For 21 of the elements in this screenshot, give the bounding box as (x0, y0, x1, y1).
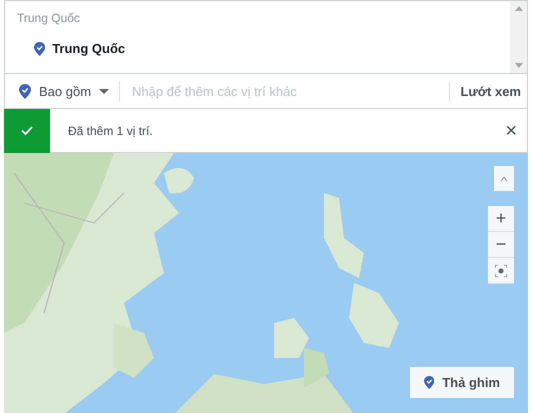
location-pin-icon (424, 376, 434, 389)
location-pin-icon (34, 42, 46, 56)
close-button[interactable]: × (495, 120, 527, 140)
scrollbar[interactable] (510, 1, 527, 73)
list-header: Trung Quốc (17, 11, 81, 25)
zoom-out-button[interactable]: − (488, 232, 514, 258)
scroll-up-icon[interactable] (514, 6, 522, 11)
caret-icon (99, 88, 110, 94)
location-pin-icon (19, 84, 31, 98)
zoom-in-button[interactable]: + (488, 206, 514, 232)
collapse-button[interactable] (494, 166, 514, 191)
include-dropdown[interactable]: Bao gồm (31, 84, 110, 98)
scroll-down-icon[interactable] (514, 63, 522, 68)
chevron-up-icon (501, 176, 507, 180)
notice-text: Đã thêm 1 vị trí. (67, 124, 154, 138)
browse-button[interactable]: Lướt xem (449, 82, 521, 100)
locate-icon (495, 264, 507, 276)
location-item[interactable]: Trung Quốc (52, 41, 126, 56)
checkmark-icon (21, 126, 33, 135)
locate-button[interactable] (488, 258, 514, 284)
drop-pin-button[interactable]: Thả ghim (410, 367, 514, 398)
